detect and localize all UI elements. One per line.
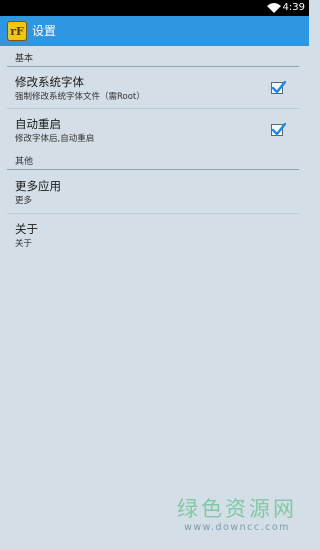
watermark: 绿色资源网 www.downcc.com	[172, 496, 302, 534]
app-icon[interactable]: rF	[7, 21, 27, 41]
section-divider	[7, 66, 299, 67]
setting-auto-restart[interactable]: 自动重启 修改字体后,自动重启	[0, 110, 309, 150]
setting-subtitle: 更多	[15, 196, 33, 206]
status-bar: 4:39	[0, 0, 309, 16]
auto-restart-checkbox[interactable]	[271, 122, 286, 136]
setting-title: 关于	[15, 222, 38, 236]
setting-title: 自动重启	[15, 117, 61, 131]
row-divider	[7, 108, 299, 109]
setting-more-apps[interactable]: 更多应用 更多	[0, 171, 309, 212]
setting-subtitle: 关于	[15, 239, 33, 249]
setting-subtitle: 强制修改系统字体文件（需Root）	[15, 92, 145, 102]
section-header-other: 其他	[15, 157, 34, 167]
checkmark-icon	[271, 80, 286, 94]
setting-about[interactable]: 关于 关于	[0, 215, 309, 255]
section-header-basic: 基本	[15, 54, 34, 64]
row-divider	[7, 213, 299, 214]
setting-title: 修改系统字体	[15, 75, 84, 89]
setting-subtitle: 修改字体后,自动重启	[15, 134, 95, 144]
status-time: 4:39	[282, 2, 305, 13]
modify-font-checkbox[interactable]	[271, 80, 286, 94]
checkmark-icon	[271, 122, 286, 136]
setting-title: 更多应用	[15, 179, 61, 193]
watermark-title: 绿色资源网	[177, 497, 297, 521]
watermark-url: www.downcc.com	[184, 522, 290, 533]
wifi-icon	[267, 3, 281, 13]
action-bar: rF 设置	[0, 16, 309, 46]
section-divider	[7, 169, 299, 170]
setting-modify-system-font[interactable]: 修改系统字体 强制修改系统字体文件（需Root）	[0, 68, 309, 108]
app-icon-text: rF	[10, 24, 24, 38]
page-title: 设置	[32, 24, 57, 38]
